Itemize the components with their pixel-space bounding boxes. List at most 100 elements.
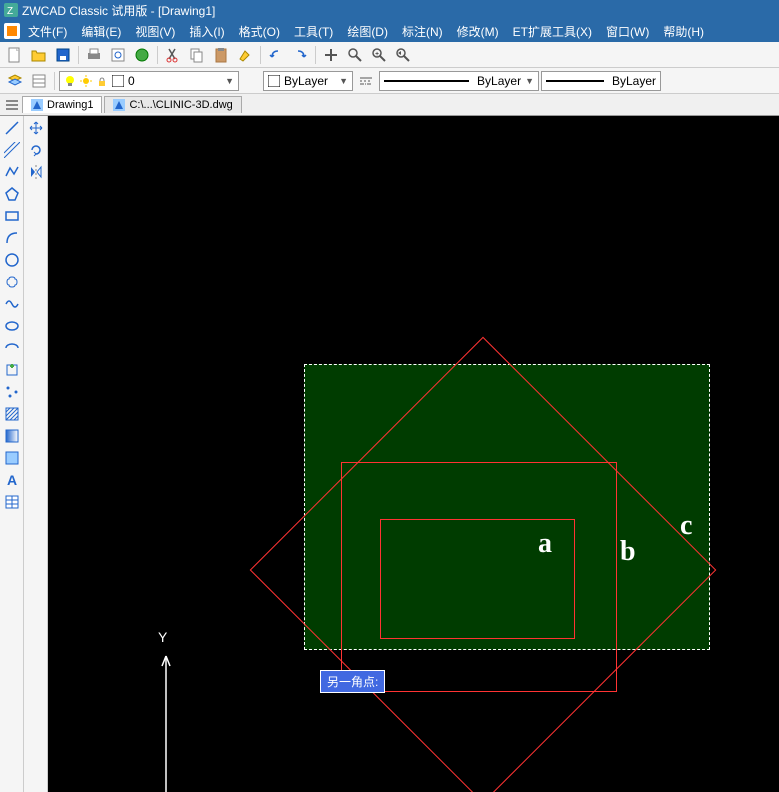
tab-clinic3d[interactable]: C:\...\CLINIC-3D.dwg	[104, 96, 241, 113]
drawing-icon	[31, 99, 43, 111]
paste-button[interactable]	[210, 44, 232, 66]
text-tool[interactable]: A	[2, 470, 22, 490]
drawing-canvas[interactable]: a b c 另一角点: Y	[48, 116, 779, 792]
toolbar-layers: 0 ▼ ByLayer ▼ ByLayer ▼ ByLayer	[0, 68, 779, 94]
menu-help[interactable]: 帮助(H)	[657, 21, 710, 42]
tab-label: Drawing1	[47, 99, 93, 111]
modify-toolbar	[24, 116, 48, 792]
menu-modify[interactable]: 修改(M)	[451, 21, 505, 42]
lineweight-value: ByLayer	[612, 74, 656, 88]
menu-draw[interactable]: 绘图(D)	[341, 21, 394, 42]
command-prompt: 另一角点:	[320, 670, 385, 693]
xline-tool[interactable]	[2, 140, 22, 160]
lock-icon	[96, 75, 108, 87]
ucs-icon: Y	[148, 628, 188, 792]
preview-button[interactable]	[107, 44, 129, 66]
copy-button[interactable]	[186, 44, 208, 66]
new-button[interactable]	[4, 44, 26, 66]
point-tool[interactable]	[2, 382, 22, 402]
titlebar: Z ZWCAD Classic 试用版 - [Drawing1]	[0, 0, 779, 20]
drawing-icon	[113, 99, 125, 111]
color-dropdown[interactable]: ByLayer ▼	[263, 71, 353, 91]
menu-et[interactable]: ET扩展工具(X)	[507, 21, 598, 42]
linetype-dropdown[interactable]: ByLayer ▼	[379, 71, 539, 91]
menu-edit[interactable]: 编辑(E)	[75, 21, 127, 42]
toolbar-separator	[157, 46, 158, 64]
rectangle-tool[interactable]	[2, 206, 22, 226]
lineweight-preview	[546, 80, 604, 82]
mirror-tool[interactable]	[26, 162, 46, 182]
chevron-down-icon: ▼	[339, 76, 348, 86]
workspace: A a b c 另一角点: Y	[0, 116, 779, 792]
circle-tool[interactable]	[2, 250, 22, 270]
svg-text:Z: Z	[7, 6, 13, 17]
svg-text:Y: Y	[158, 629, 168, 645]
undo-button[interactable]	[265, 44, 287, 66]
toolbar-separator	[78, 46, 79, 64]
tab-label: C:\...\CLINIC-3D.dwg	[129, 99, 232, 111]
draw-toolbar: A	[0, 116, 24, 792]
tabs-menu-icon[interactable]	[4, 97, 20, 113]
pan-button[interactable]	[320, 44, 342, 66]
chevron-down-icon: ▼	[525, 76, 534, 86]
open-button[interactable]	[28, 44, 50, 66]
layer-manager-button[interactable]	[4, 70, 26, 92]
lightbulb-icon	[64, 75, 76, 87]
polygon-tool[interactable]	[2, 184, 22, 204]
save-button[interactable]	[52, 44, 74, 66]
menu-view[interactable]: 视图(V)	[129, 21, 181, 42]
menu-file[interactable]: 文件(F)	[22, 21, 73, 42]
menu-insert[interactable]: 插入(I)	[183, 21, 230, 42]
toolbar-separator	[315, 46, 316, 64]
cut-button[interactable]	[162, 44, 184, 66]
ellipse-tool[interactable]	[2, 316, 22, 336]
menu-window[interactable]: 窗口(W)	[600, 21, 655, 42]
annotation-c: c	[680, 510, 692, 542]
zoom-prev-button[interactable]	[392, 44, 414, 66]
app-icon: Z	[4, 3, 18, 17]
polyline-tool[interactable]	[2, 162, 22, 182]
zoom-realtime-button[interactable]	[344, 44, 366, 66]
menu-format[interactable]: 格式(O)	[233, 21, 286, 42]
layer-color-icon	[112, 75, 124, 87]
linetype-value: ByLayer	[477, 74, 521, 88]
rotate-tool[interactable]	[26, 140, 46, 160]
annotation-a: a	[538, 528, 552, 560]
toolbar-standard: +	[0, 42, 779, 68]
layer-dropdown[interactable]: 0 ▼	[59, 71, 239, 91]
ellipsearc-tool[interactable]	[2, 338, 22, 358]
revcloud-tool[interactable]	[2, 272, 22, 292]
matchprop-button[interactable]	[234, 44, 256, 66]
move-tool[interactable]	[26, 118, 46, 138]
line-tool[interactable]	[2, 118, 22, 138]
color-value: ByLayer	[284, 74, 328, 88]
table-tool[interactable]	[2, 492, 22, 512]
linetype-manager-button[interactable]	[355, 70, 377, 92]
toolbar-separator	[54, 72, 55, 90]
prompt-text: 另一角点:	[327, 675, 378, 689]
insert-block-tool[interactable]	[2, 360, 22, 380]
region-tool[interactable]	[2, 448, 22, 468]
redo-button[interactable]	[289, 44, 311, 66]
svg-text:+: +	[375, 51, 379, 58]
chevron-down-icon: ▼	[225, 76, 234, 86]
menu-tools[interactable]: 工具(T)	[288, 21, 339, 42]
print-button[interactable]	[83, 44, 105, 66]
zoom-window-button[interactable]: +	[368, 44, 390, 66]
sun-icon	[80, 75, 92, 87]
layer-state-button[interactable]	[28, 70, 50, 92]
document-tabs: Drawing1 C:\...\CLINIC-3D.dwg	[0, 94, 779, 116]
lineweight-dropdown[interactable]: ByLayer	[541, 71, 661, 91]
publish-button[interactable]	[131, 44, 153, 66]
annotation-b: b	[620, 536, 636, 568]
menu-dim[interactable]: 标注(N)	[396, 21, 449, 42]
color-swatch-icon	[268, 75, 280, 87]
arc-tool[interactable]	[2, 228, 22, 248]
menu-app-icon[interactable]	[4, 23, 20, 39]
linetype-preview	[384, 80, 469, 82]
tab-drawing1[interactable]: Drawing1	[22, 96, 102, 113]
spline-tool[interactable]	[2, 294, 22, 314]
hatch-tool[interactable]	[2, 404, 22, 424]
gradient-tool[interactable]	[2, 426, 22, 446]
app-title: ZWCAD Classic 试用版 - [Drawing1]	[22, 2, 215, 19]
